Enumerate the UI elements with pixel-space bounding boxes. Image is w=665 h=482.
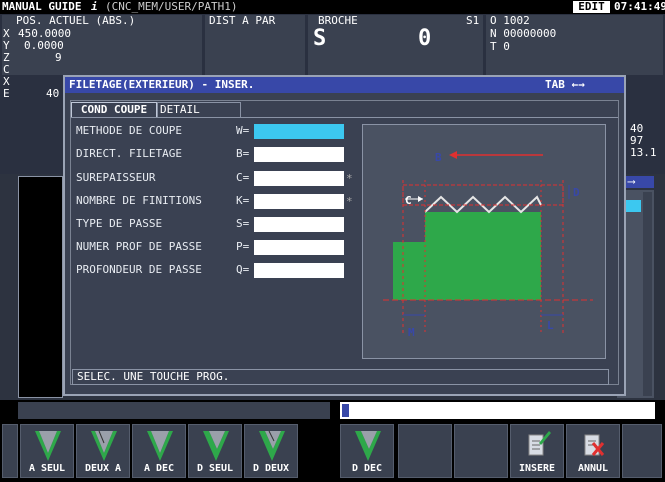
key-input-buffer[interactable] [340,402,655,419]
mode-badge: EDIT [573,1,610,13]
status-message: SELEC. UNE TOUCHE PROG. [72,369,609,385]
thread-a-offset-icon [147,431,173,461]
tab-divider [71,117,618,118]
thread-d-single-icon [203,431,229,461]
program-number: O 1002 [490,14,530,27]
title-bar: MANUAL GUIDE i (CNC_MEM/USER/PATH1) [0,0,665,14]
optional-marker: * [346,172,353,185]
field-key: B= [236,147,250,160]
surepaisseur-field[interactable] [254,171,344,186]
workpiece-body [425,212,541,300]
tab-detail[interactable]: DETAIL [157,102,241,118]
softkey-d-deux[interactable]: D DEUX [244,424,298,478]
info-icon: i [91,0,98,13]
field-key: K= [236,194,250,207]
diagram-label-l: L [547,319,554,332]
thread-diagram: B C D M L [362,124,606,359]
softkey-return[interactable] [2,424,18,478]
input-cursor [342,404,349,417]
thread-d-offset-icon [355,431,381,461]
sequence-number: N 00000000 [490,27,557,40]
direction-arrow-head [449,151,457,159]
axis-name: E [3,87,10,100]
diagram-label-c: C [405,194,412,207]
app-title: MANUAL GUIDE [2,0,82,13]
field-key: C= [236,171,250,184]
direction-filetage-field[interactable] [254,147,344,162]
softkey-empty[interactable] [454,424,508,478]
cancel-icon [584,434,605,456]
field-label-type-passe: TYPE DE PASSE [76,217,163,230]
workpiece-small-step [393,242,425,300]
methode-de-coupe-field[interactable] [254,124,344,139]
right-value: 13.1 [630,146,657,159]
tool-number: T 0 [490,40,510,53]
field-label-numer-prof: NUMER PROF DE PASSE [76,240,202,253]
thread-d-double-icon [259,430,285,461]
softkey-d-dec[interactable]: D DEC [340,424,394,478]
dialog-title-bar: FILETAGE(EXTERIEUR) - INSER. TAB ←→ [65,77,624,93]
field-key: W= [236,124,250,137]
spindle-speed: 0 [418,26,432,51]
field-key: P= [236,240,250,253]
numer-prof-passe-field[interactable] [254,240,344,255]
softkey-d-seul[interactable]: D SEUL [188,424,242,478]
tab-cond-coupe[interactable]: COND COUPE [71,102,157,118]
field-label-finitions: NOMBRE DE FINITIONS [76,194,202,207]
axis-value: 9 [55,51,62,64]
profondeur-passe-field[interactable] [254,263,344,278]
program-path: (CNC_MEM/USER/PATH1) [105,0,238,13]
field-label-surepaisseur: SUREPAISSEUR [76,171,156,184]
tab-hint: TAB ←→ [545,78,585,91]
thread-a-single-icon [35,431,61,461]
scrollbar[interactable] [643,192,652,396]
softkey-a-dec[interactable]: A DEC [132,424,186,478]
axis-value: 40 [46,87,60,100]
type-de-passe-field[interactable] [254,217,344,232]
spindle-s1-label: S1 [466,14,480,27]
softkey-a-seul[interactable]: A SEUL [20,424,74,478]
diagram-label-m: M [408,326,415,339]
dialog-title: FILETAGE(EXTERIEUR) - INSER. [69,78,255,91]
softkey-deux-a[interactable]: DEUX A [76,424,130,478]
field-label-direction: DIRECT. FILETAGE [76,147,182,160]
softkey-insere[interactable]: INSERE [510,424,564,478]
diagram-label-d: D [573,186,580,199]
thread-diagram-svg [383,151,593,335]
thread-a-double-icon [91,430,117,461]
spindle-s-letter: S [313,26,327,51]
nombre-finitions-field[interactable] [254,194,344,209]
field-key: S= [236,217,250,230]
c-arrow-head [418,196,423,202]
field-key: Q= [236,263,250,276]
clock: 07:41:49 [614,0,665,13]
softkey-annul[interactable]: ANNUL [566,424,620,478]
optional-marker: * [346,195,353,208]
insert-pencil-icon [528,431,551,456]
dist-label: DIST A PAR [209,14,276,27]
softkey-empty[interactable] [622,424,662,478]
message-line [18,402,330,419]
field-label-profondeur: PROFONDEUR DE PASSE [76,263,202,276]
left-side-panel [18,176,63,398]
right-tab-indicator: ⟶ [626,176,654,188]
softkey-empty[interactable] [398,424,452,478]
diagram-label-b: B [435,151,442,164]
position-label: POS. ACTUEL (ABS.) [16,14,136,27]
field-label-methode: METHODE DE COUPE [76,124,182,137]
